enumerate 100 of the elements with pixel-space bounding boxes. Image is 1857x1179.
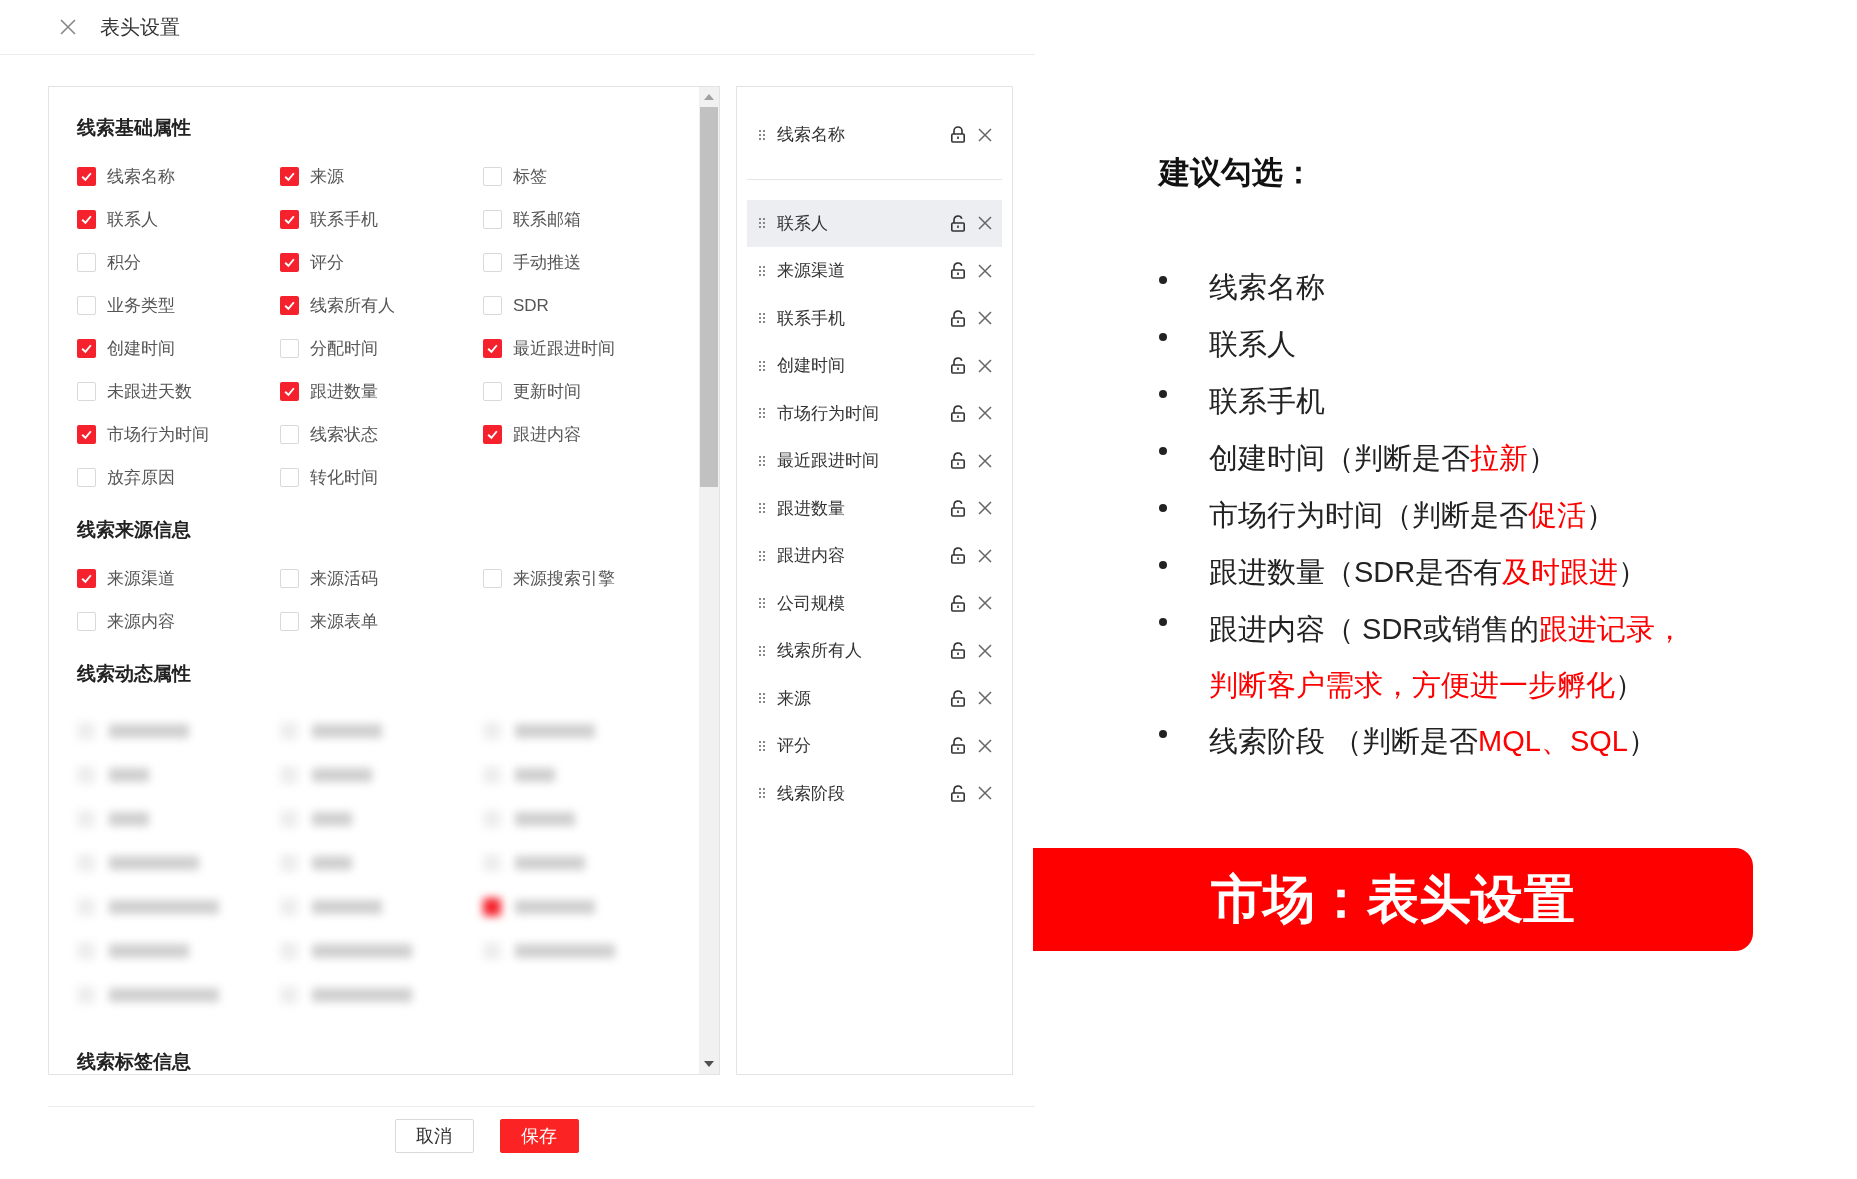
close-icon[interactable] bbox=[58, 17, 78, 37]
unlock-icon[interactable] bbox=[950, 309, 966, 327]
checkbox[interactable] bbox=[77, 612, 96, 631]
checkmark-icon bbox=[80, 170, 93, 183]
checkbox[interactable] bbox=[483, 382, 502, 401]
checkbox[interactable] bbox=[77, 569, 96, 588]
checkbox-label: 分配时间 bbox=[310, 337, 378, 360]
unlock-icon[interactable] bbox=[950, 452, 966, 470]
drag-handle-icon[interactable] bbox=[759, 598, 765, 609]
checkbox[interactable] bbox=[77, 382, 96, 401]
remove-icon[interactable] bbox=[978, 548, 992, 563]
column-name: 联系手机 bbox=[777, 307, 846, 330]
scrollbar[interactable] bbox=[699, 87, 719, 1074]
checkbox[interactable] bbox=[483, 210, 502, 229]
drag-handle-icon[interactable] bbox=[759, 503, 765, 514]
bullet-text: 联系人 bbox=[1209, 326, 1297, 362]
checkbox-label: 来源表单 bbox=[310, 610, 378, 633]
checkbox[interactable] bbox=[280, 339, 299, 358]
checkbox[interactable] bbox=[483, 253, 502, 272]
drag-handle-icon[interactable] bbox=[759, 788, 765, 799]
unlock-icon[interactable] bbox=[950, 642, 966, 660]
checkbox[interactable] bbox=[280, 210, 299, 229]
scroll-down-arrow-icon[interactable] bbox=[704, 1061, 714, 1067]
unlock-icon[interactable] bbox=[950, 784, 966, 802]
checkbox[interactable] bbox=[77, 468, 96, 487]
save-button[interactable]: 保存 bbox=[499, 1119, 579, 1153]
checkmark-icon bbox=[80, 428, 93, 441]
remove-icon[interactable] bbox=[978, 786, 992, 801]
drag-handle-icon[interactable] bbox=[759, 360, 765, 371]
column-name: 线索所有人 bbox=[777, 640, 863, 662]
drag-handle-icon[interactable] bbox=[759, 550, 765, 561]
remove-icon[interactable] bbox=[978, 311, 992, 326]
bullet-text: 线索阶段 （判断是否MQL、SQL） bbox=[1209, 723, 1658, 759]
cancel-button[interactable]: 取消 bbox=[394, 1119, 474, 1153]
unlock-icon[interactable] bbox=[950, 689, 966, 707]
column-name: 评分 bbox=[777, 735, 812, 757]
unlock-icon[interactable] bbox=[950, 547, 966, 565]
column-name: 来源 bbox=[777, 687, 812, 710]
drag-handle-icon[interactable] bbox=[759, 740, 765, 751]
checkbox[interactable] bbox=[483, 425, 502, 444]
checkbox[interactable] bbox=[280, 569, 299, 588]
checkbox[interactable] bbox=[483, 167, 502, 186]
column-name: 线索名称 bbox=[777, 124, 846, 146]
unlock-icon[interactable] bbox=[950, 262, 966, 280]
checkbox[interactable] bbox=[77, 167, 96, 186]
column-row[interactable]: 联系人 bbox=[747, 199, 1002, 247]
remove-icon[interactable] bbox=[978, 738, 992, 753]
checkbox[interactable] bbox=[280, 468, 299, 487]
checkbox[interactable] bbox=[77, 210, 96, 229]
remove-icon[interactable] bbox=[978, 406, 992, 421]
checkbox-label: SDR bbox=[513, 294, 549, 317]
drag-handle-icon[interactable] bbox=[759, 265, 765, 276]
checkbox[interactable] bbox=[280, 167, 299, 186]
checkbox[interactable] bbox=[483, 339, 502, 358]
checkbox[interactable] bbox=[280, 296, 299, 315]
drag-handle-icon[interactable] bbox=[759, 313, 765, 324]
checkbox[interactable] bbox=[77, 296, 96, 315]
column-name: 创建时间 bbox=[777, 355, 846, 377]
checkbox[interactable] bbox=[280, 612, 299, 631]
checkbox[interactable] bbox=[483, 296, 502, 315]
checkbox-label: 联系邮箱 bbox=[513, 208, 581, 231]
drag-handle-icon[interactable] bbox=[759, 218, 765, 229]
drag-handle-icon[interactable] bbox=[759, 455, 765, 466]
remove-icon[interactable] bbox=[978, 358, 992, 373]
remove-icon[interactable] bbox=[978, 643, 992, 658]
scroll-up-arrow-icon[interactable] bbox=[704, 94, 714, 100]
bullet-text: 联系手机 bbox=[1209, 383, 1326, 419]
drag-handle-icon[interactable] bbox=[759, 129, 765, 140]
unlock-icon[interactable] bbox=[950, 737, 966, 755]
remove-icon[interactable] bbox=[978, 691, 992, 706]
drag-handle-icon[interactable] bbox=[759, 408, 765, 419]
remove-icon[interactable] bbox=[978, 216, 992, 231]
remove-icon[interactable] bbox=[978, 596, 992, 611]
checkbox-label: 跟进数量 bbox=[310, 380, 378, 403]
checkbox-label: 创建时间 bbox=[107, 337, 175, 360]
checkbox[interactable] bbox=[280, 425, 299, 444]
unlock-icon[interactable] bbox=[950, 499, 966, 517]
dialog-title: 表头设置 bbox=[100, 15, 180, 40]
lock-icon[interactable] bbox=[950, 126, 966, 144]
remove-icon[interactable] bbox=[978, 127, 992, 142]
checkbox[interactable] bbox=[280, 382, 299, 401]
unlock-icon[interactable] bbox=[950, 404, 966, 422]
checkbox[interactable] bbox=[77, 339, 96, 358]
checkbox-label: 来源活码 bbox=[310, 567, 378, 590]
checkbox[interactable] bbox=[77, 253, 96, 272]
drag-handle-icon[interactable] bbox=[759, 693, 765, 704]
unlock-icon[interactable] bbox=[950, 357, 966, 375]
column-name: 线索阶段 bbox=[777, 782, 846, 805]
unlock-icon[interactable] bbox=[950, 594, 966, 612]
remove-icon[interactable] bbox=[978, 501, 992, 516]
checkbox[interactable] bbox=[280, 253, 299, 272]
checkbox-label: 未跟进天数 bbox=[107, 380, 192, 403]
remove-icon[interactable] bbox=[978, 453, 992, 468]
column-name: 市场行为时间 bbox=[777, 402, 880, 425]
drag-handle-icon[interactable] bbox=[759, 645, 765, 656]
unlock-icon[interactable] bbox=[950, 214, 966, 232]
checkbox[interactable] bbox=[77, 425, 96, 444]
section-title: 线索动态属性 bbox=[77, 661, 192, 686]
checkbox[interactable] bbox=[483, 569, 502, 588]
remove-icon[interactable] bbox=[978, 263, 992, 278]
